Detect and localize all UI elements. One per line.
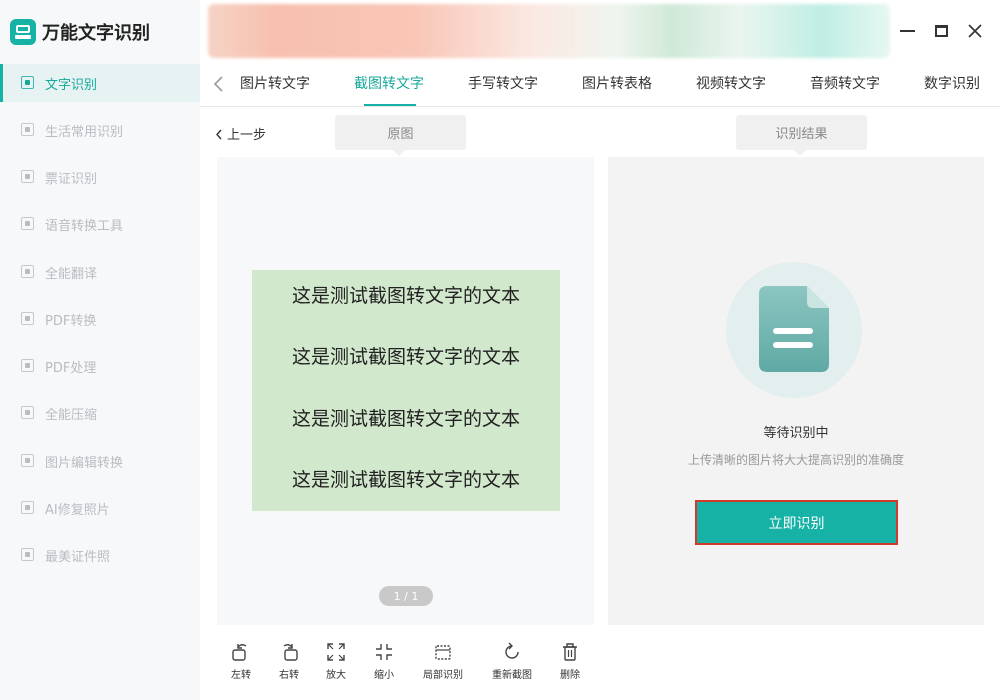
page-indicator: 1 / 1 (379, 586, 433, 606)
sidebar-item-pdf-process[interactable]: PDF处理 (0, 347, 200, 385)
compress-icon (20, 405, 36, 421)
active-tab-indicator (364, 104, 416, 106)
sidebar-item-text-recognition[interactable]: 文字识别 (0, 64, 200, 102)
sidebar-item-label: 文字识别 (45, 77, 98, 93)
chevron-left-icon[interactable] (212, 75, 224, 93)
tab-image-to-table[interactable]: 图片转表格 (582, 73, 652, 93)
rotate-right-icon (283, 644, 298, 661)
result-label: 识别结果 (736, 115, 867, 156)
minimize-icon (899, 30, 915, 32)
pdf-icon (20, 311, 36, 327)
tab-image-to-text[interactable]: 图片转文字 (240, 73, 310, 93)
sidebar-item-pdf-convert[interactable]: PDF转换 (0, 300, 200, 338)
sidebar-item-label: 生活常用识别 (45, 124, 124, 140)
rotate-left-button[interactable]: 左转 (216, 641, 266, 681)
image-icon (20, 453, 36, 469)
sidebar-item-label: 全能压缩 (45, 407, 98, 423)
tool-label: 右转 (279, 670, 299, 681)
sidebar-item-ticket-recognition[interactable]: 票证识别 (0, 158, 200, 196)
tab-number-recognition[interactable]: 数字识别 (924, 73, 980, 93)
tab-handwriting-to-text[interactable]: 手写转文字 (468, 73, 538, 93)
sidebar: 万能文字识别 文字识别 生活常用识别 票证识别 语音转换工具 全能翻译 PDF转… (0, 0, 200, 700)
photo-icon (20, 500, 36, 516)
recognize-now-button[interactable]: 立即识别 (695, 500, 898, 545)
sidebar-item-label: 语音转换工具 (45, 218, 124, 234)
sidebar-item-daily-recognition[interactable]: 生活常用识别 (0, 111, 200, 149)
tab-screenshot-to-text[interactable]: 截图转文字 (354, 73, 424, 93)
minimize-button[interactable] (896, 20, 918, 42)
sidebar-item-label: AI修复照片 (45, 502, 110, 518)
zoom-out-button[interactable]: 缩小 (359, 641, 409, 681)
voice-icon (20, 216, 36, 232)
chevron-left-icon (216, 129, 222, 140)
status-hint: 上传清晰的图片将大大提高识别的准确度 (687, 453, 904, 467)
banner-ad[interactable] (208, 4, 890, 58)
tool-label: 删除 (560, 670, 580, 681)
sidebar-item-label: 图片编辑转换 (45, 455, 124, 471)
sidebar-item-label: 全能翻译 (45, 266, 98, 282)
sidebar-item-id-photo[interactable]: 最美证件照 (0, 536, 200, 574)
delete-button[interactable]: 删除 (545, 641, 595, 681)
doc-line: 这是测试截图转文字的文本 (291, 408, 520, 430)
tab-audio-to-text[interactable]: 音频转文字 (810, 73, 880, 93)
back-button[interactable]: 上一步 (215, 124, 266, 143)
doc-line: 这是测试截图转文字的文本 (291, 469, 520, 491)
refresh-icon (505, 642, 519, 659)
back-label: 上一步 (227, 128, 267, 143)
feature-tabs: 图片转文字 截图转文字 手写转文字 图片转表格 视频转文字 音频转文字 数字识别 (200, 62, 1000, 107)
sidebar-item-image-edit[interactable]: 图片编辑转换 (0, 442, 200, 480)
close-icon (968, 24, 982, 38)
app-logo: 万能文字识别 (10, 16, 150, 48)
rotate-left-icon (232, 644, 247, 661)
maximize-icon (934, 25, 948, 37)
tool-label: 放大 (326, 670, 346, 681)
title-bar (200, 0, 1000, 62)
doc-line: 这是测试截图转文字的文本 (291, 285, 520, 307)
sidebar-item-label: 票证识别 (45, 171, 98, 187)
sidebar-item-label: PDF处理 (45, 360, 97, 376)
sidebar-item-voice-tools[interactable]: 语音转换工具 (0, 205, 200, 243)
original-label: 原图 (335, 115, 466, 156)
tool-label: 左转 (231, 670, 251, 681)
expand-icon (327, 643, 345, 661)
ticket-icon (20, 169, 36, 185)
tool-label: 重新截图 (492, 670, 532, 681)
id-card-icon (20, 547, 36, 563)
status-title: 等待识别中 (763, 426, 829, 441)
close-button[interactable] (964, 20, 986, 42)
maximize-button[interactable] (930, 20, 952, 42)
document-icon (759, 286, 829, 372)
app-logo-icon (10, 19, 36, 45)
sidebar-item-compress[interactable]: 全能压缩 (0, 394, 200, 432)
pdf-icon (20, 358, 36, 374)
scan-icon (20, 75, 36, 91)
tool-label: 缩小 (374, 670, 394, 681)
tab-video-to-text[interactable]: 视频转文字 (696, 73, 766, 93)
screenshot-preview: 这是测试截图转文字的文本 这是测试截图转文字的文本 这是测试截图转文字的文本 这… (252, 270, 560, 511)
doc-line: 这是测试截图转文字的文本 (291, 346, 520, 368)
sidebar-item-translate[interactable]: 全能翻译 (0, 253, 200, 291)
shrink-icon (376, 644, 392, 660)
sidebar-item-label: PDF转换 (45, 313, 97, 329)
sidebar-item-ai-repair[interactable]: AI修复照片 (0, 489, 200, 527)
zoom-in-button[interactable]: 放大 (311, 641, 361, 681)
trash-icon (563, 643, 577, 661)
rotate-right-button[interactable]: 右转 (264, 641, 314, 681)
recapture-button[interactable]: 重新截图 (487, 641, 537, 681)
partial-recognize-button[interactable]: 局部识别 (418, 641, 468, 681)
tool-label: 局部识别 (423, 670, 463, 681)
scan-icon (20, 122, 36, 138)
translate-icon (20, 264, 36, 280)
sidebar-item-label: 最美证件照 (45, 549, 111, 565)
crop-scan-icon (435, 645, 451, 660)
app-title: 万能文字识别 (42, 23, 150, 44)
